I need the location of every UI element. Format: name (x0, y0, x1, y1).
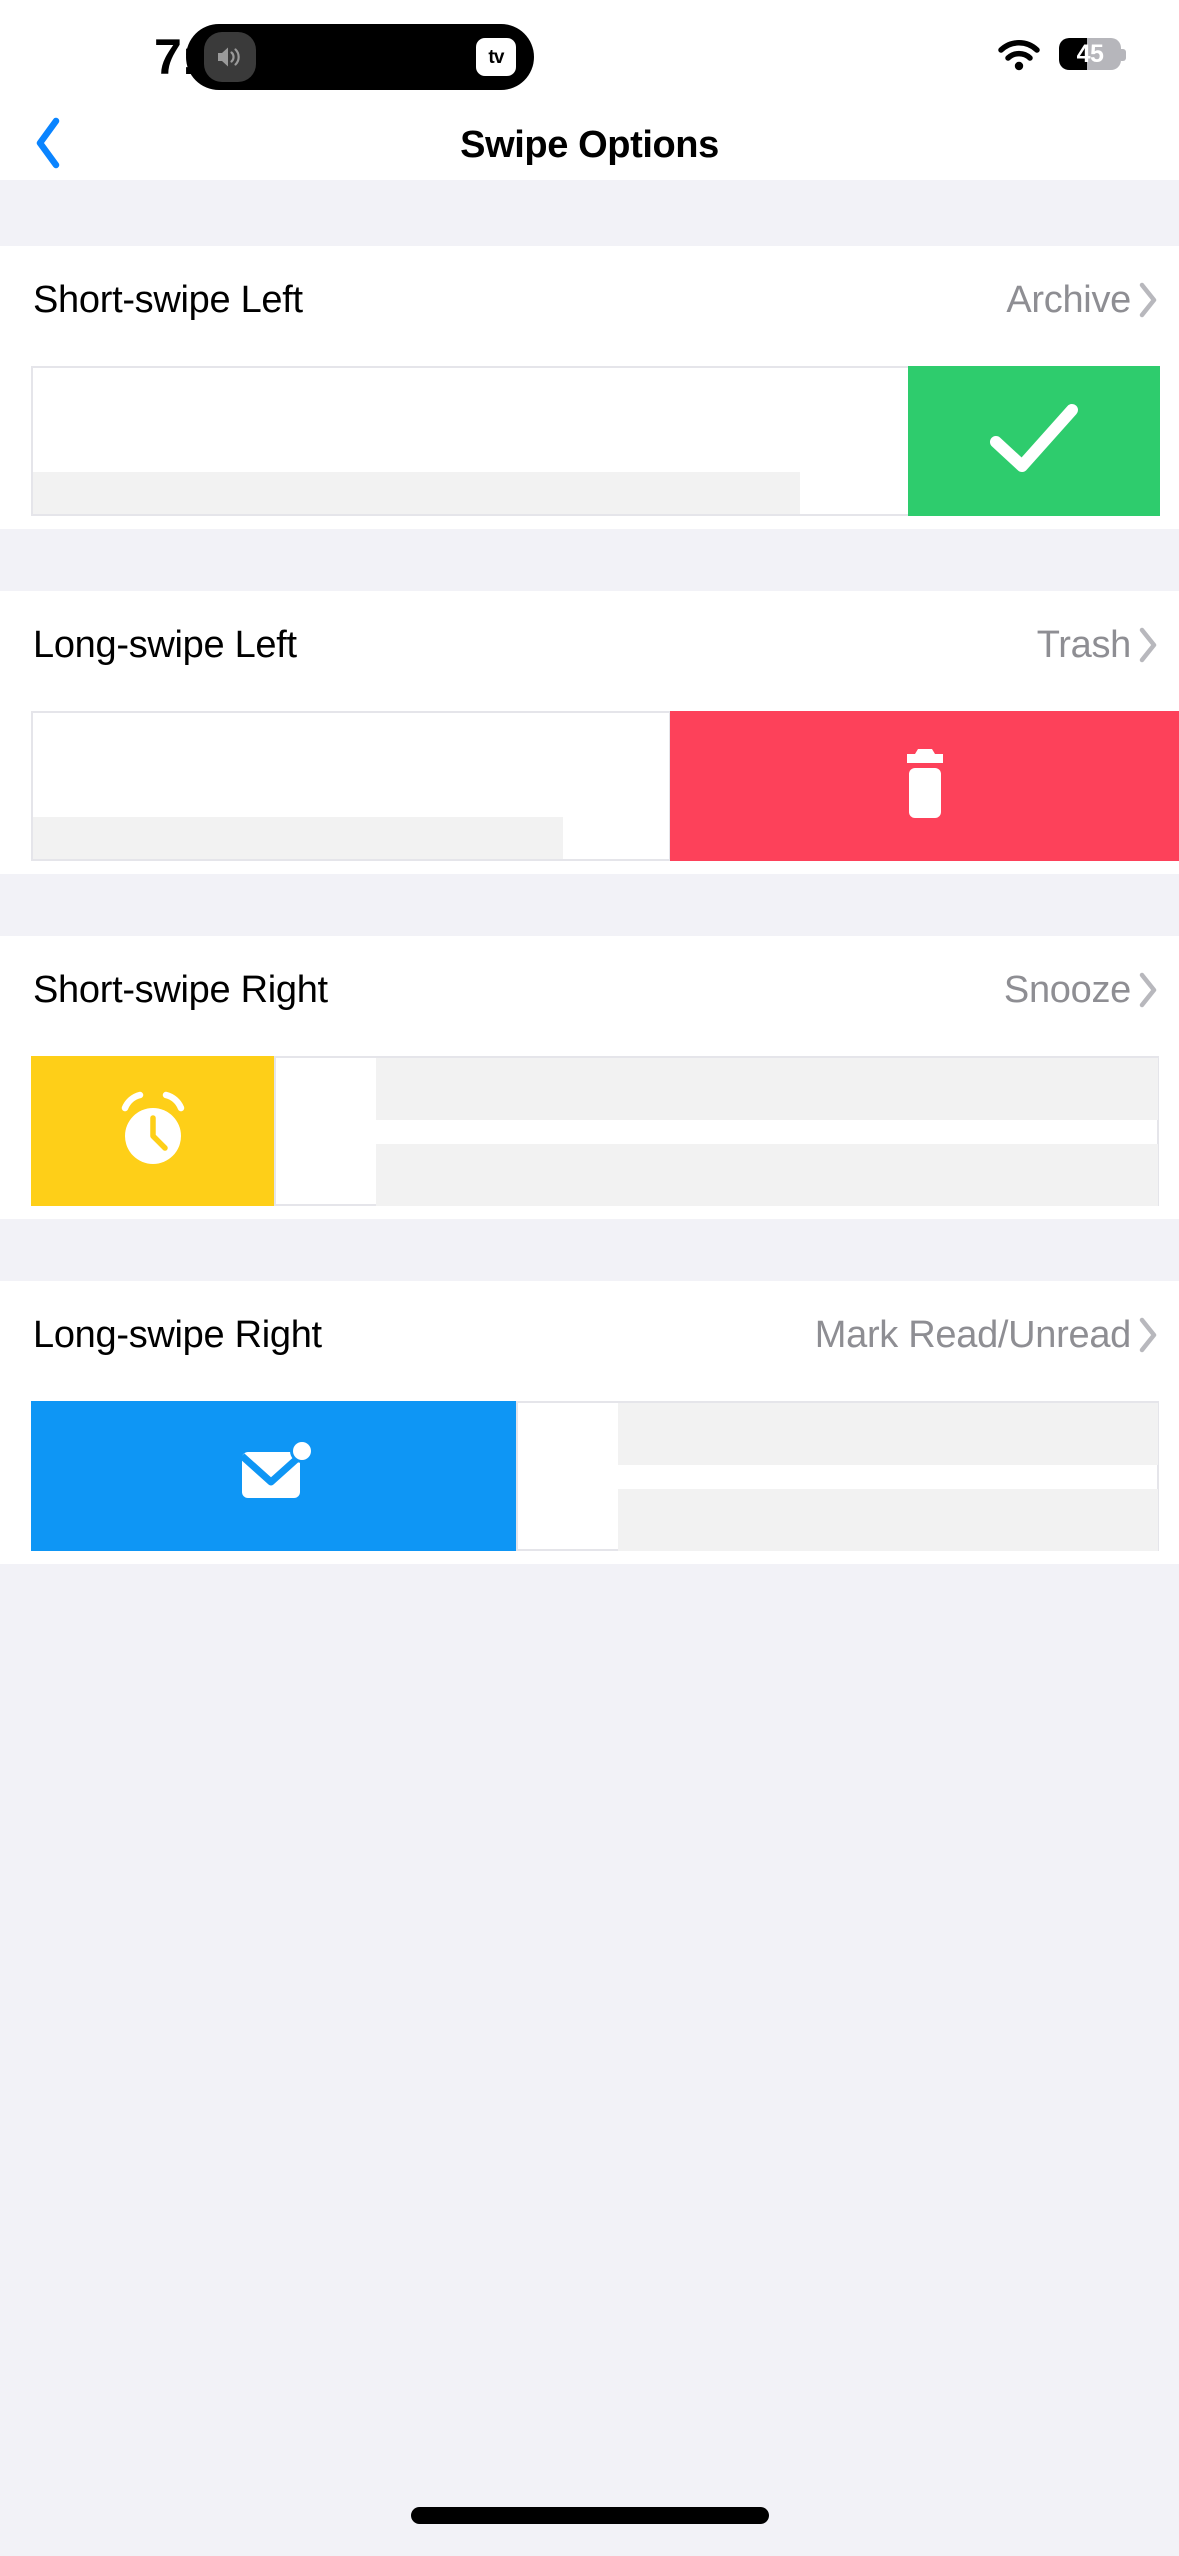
apple-tv-icon[interactable]: tv (476, 38, 516, 76)
row-value: Archive (1006, 279, 1131, 321)
section-short-swipe-left: Short-swipe Left Archive (0, 246, 1179, 529)
preview-action-archive[interactable] (908, 366, 1160, 516)
speaker-wave-icon[interactable] (204, 32, 256, 82)
preview-long-swipe-right (0, 1389, 1179, 1564)
chevron-right-icon (1135, 623, 1161, 667)
preview-short-swipe-right (0, 1044, 1179, 1219)
battery-indicator: 45 (1059, 38, 1126, 72)
row-label: Long-swipe Left (33, 624, 297, 666)
dynamic-island[interactable]: tv (186, 24, 534, 90)
wifi-icon (997, 39, 1041, 71)
iphone-screen: 7:44 tv (0, 0, 1179, 2556)
preview-placeholder-bar (618, 1489, 1158, 1551)
row-label: Short-swipe Right (33, 969, 328, 1011)
row-value-group: Snooze (1004, 936, 1161, 1044)
page-title: Swipe Options (460, 123, 719, 166)
section-gap (0, 874, 1179, 936)
list-bottom-padding (0, 1564, 1179, 2064)
envelope-badge-icon (228, 1436, 320, 1517)
row-long-swipe-left[interactable]: Long-swipe Left Trash (0, 591, 1179, 699)
chevron-right-icon (1135, 278, 1161, 322)
section-gap (0, 180, 1179, 246)
apple-tv-label: tv (488, 46, 504, 68)
section-short-swipe-right: Short-swipe Right Snooze (0, 936, 1179, 1219)
row-value: Snooze (1003, 969, 1131, 1011)
row-value: Trash (1036, 624, 1132, 666)
preview-placeholder-bar (376, 1058, 1158, 1120)
preview-placeholder-bar (33, 472, 800, 514)
status-bar-indicators: 45 (997, 38, 1126, 72)
row-short-swipe-right[interactable]: Short-swipe Right Snooze (0, 936, 1179, 1044)
preview-short-swipe-left (0, 354, 1179, 529)
back-button[interactable] (8, 110, 88, 180)
preview-placeholder-bar (618, 1403, 1158, 1465)
trash-icon (894, 744, 956, 829)
section-gap (0, 529, 1179, 591)
preview-action-trash[interactable] (670, 711, 1179, 861)
chevron-right-icon (1135, 1313, 1161, 1357)
preview-long-swipe-left (0, 699, 1179, 874)
section-long-swipe-left: Long-swipe Left Trash (0, 591, 1179, 874)
row-long-swipe-right[interactable]: Long-swipe Right Mark Read/Unread (0, 1281, 1179, 1389)
navigation-bar: Swipe Options (0, 110, 1179, 180)
alarm-clock-icon (112, 1086, 194, 1177)
row-label: Long-swipe Right (33, 1314, 322, 1356)
chevron-left-icon (33, 117, 63, 174)
row-value: Mark Read/Unread (814, 1314, 1132, 1356)
row-value-group: Archive (1006, 246, 1161, 354)
row-value-group: Mark Read/Unread (815, 1281, 1161, 1389)
section-long-swipe-right: Long-swipe Right Mark Read/Unread (0, 1281, 1179, 1564)
preview-placeholder-bar (33, 817, 563, 859)
checkmark-icon (986, 400, 1082, 483)
row-short-swipe-left[interactable]: Short-swipe Left Archive (0, 246, 1179, 354)
section-gap (0, 1219, 1179, 1281)
preview-action-mark-read[interactable] (31, 1401, 516, 1551)
battery-level-label: 45 (1076, 40, 1104, 68)
preview-placeholder-bar (376, 1144, 1158, 1206)
preview-action-snooze[interactable] (31, 1056, 274, 1206)
status-bar: 7:44 tv (0, 0, 1179, 110)
chevron-right-icon (1135, 968, 1161, 1012)
battery-cap (1121, 49, 1126, 61)
settings-list[interactable]: Short-swipe Left Archive Long-swipe Left… (0, 180, 1179, 2556)
row-value-group: Trash (1037, 591, 1161, 699)
row-label: Short-swipe Left (33, 279, 303, 321)
home-indicator[interactable] (410, 2507, 769, 2524)
